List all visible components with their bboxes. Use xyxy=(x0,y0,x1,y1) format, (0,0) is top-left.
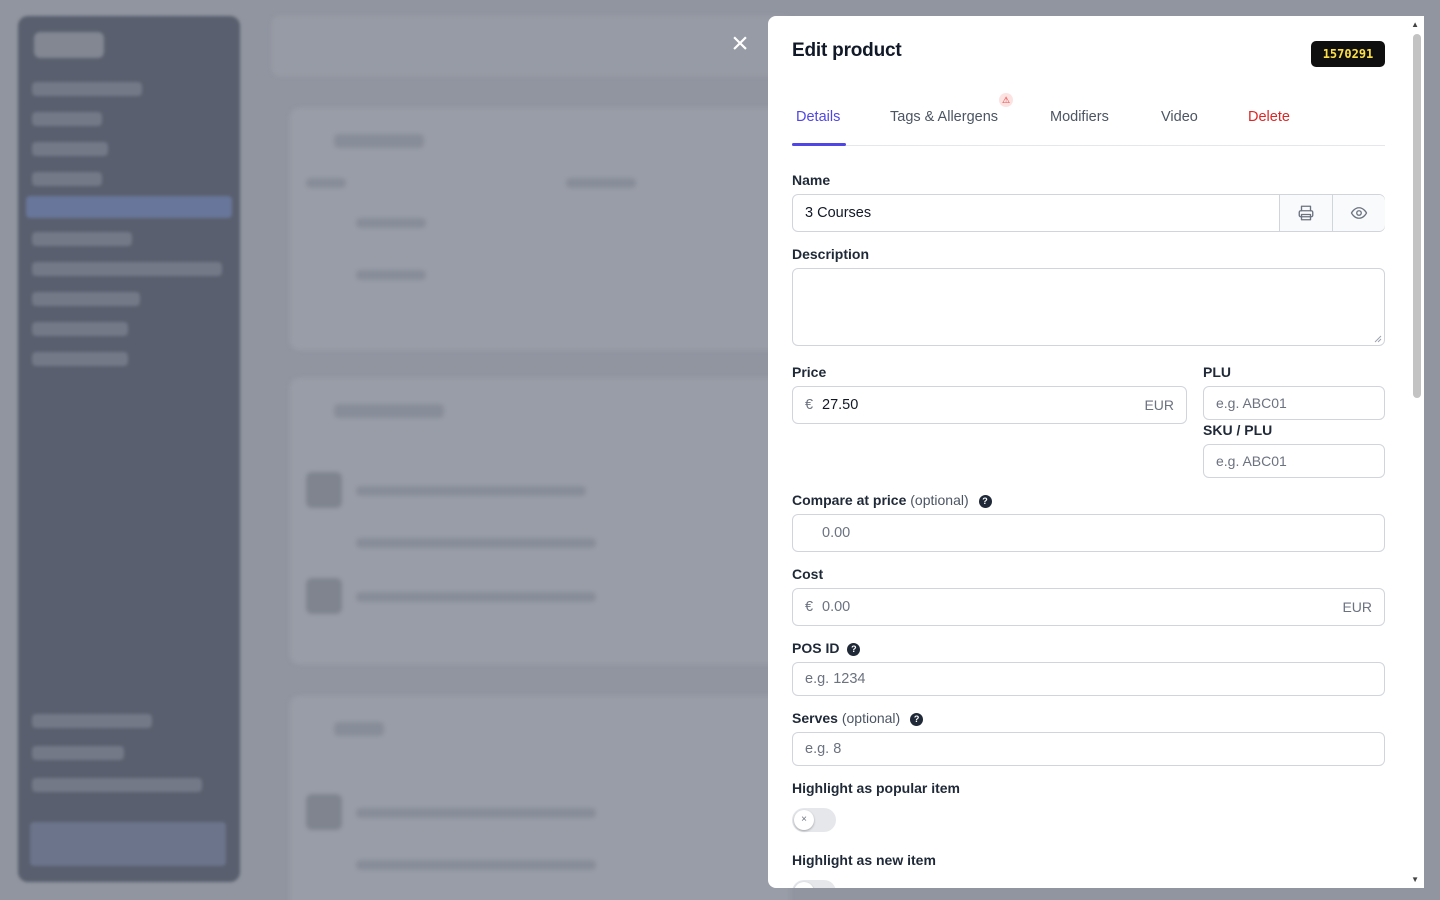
plu-label: PLU xyxy=(1203,364,1231,380)
tab-delete[interactable]: Delete xyxy=(1248,109,1290,125)
toggle-off-icon: × xyxy=(794,810,814,830)
cost-placeholder: 0.00 xyxy=(822,599,851,615)
drawer-title: Edit product xyxy=(792,40,902,61)
product-id-badge: 1570291 xyxy=(1311,41,1385,67)
help-icon[interactable]: ? xyxy=(847,643,861,656)
warning-icon: ⚠ xyxy=(999,93,1013,107)
drawer-scrollbar[interactable]: ▲ ▼ xyxy=(1408,16,1424,888)
compare-price-optional: (optional) xyxy=(910,492,969,508)
price-field[interactable]: € 27.50 EUR xyxy=(792,386,1187,424)
price-currency-symbol: € xyxy=(805,397,814,413)
serves-label: Serves (optional) ? xyxy=(792,710,924,726)
active-tab-indicator xyxy=(792,143,846,146)
name-label: Name xyxy=(792,172,831,188)
price-label: Price xyxy=(792,364,827,380)
pos-id-placeholder: e.g. 1234 xyxy=(805,671,866,687)
popular-item-label: Highlight as popular item xyxy=(792,780,961,796)
print-button[interactable] xyxy=(1279,195,1332,231)
tab-modifiers[interactable]: Modifiers xyxy=(1050,109,1109,125)
serves-field[interactable]: e.g. 8 xyxy=(792,732,1385,766)
plu-field[interactable]: e.g. ABC01 xyxy=(1203,386,1385,420)
popular-item-toggle[interactable]: × xyxy=(792,808,836,832)
resize-handle-icon[interactable] xyxy=(1374,335,1382,343)
close-icon[interactable]: × xyxy=(728,29,752,59)
pos-id-label-text: POS ID xyxy=(792,640,840,656)
printer-icon xyxy=(1298,205,1314,221)
help-icon[interactable]: ? xyxy=(910,713,924,726)
tab-tags-allergens[interactable]: Tags & Allergens xyxy=(890,109,998,125)
price-value: 27.50 xyxy=(822,397,859,413)
visibility-button[interactable] xyxy=(1332,195,1385,231)
tab-details[interactable]: Details xyxy=(796,109,840,125)
pos-id-label: POS ID ? xyxy=(792,640,861,656)
cost-field[interactable]: € 0.00 EUR xyxy=(792,588,1385,626)
compare-price-placeholder: 0.00 xyxy=(822,525,851,541)
compare-price-field[interactable]: 0.00 xyxy=(792,514,1385,552)
plu-placeholder: e.g. ABC01 xyxy=(1216,395,1287,411)
serves-placeholder: e.g. 8 xyxy=(805,741,842,757)
description-label: Description xyxy=(792,246,870,262)
eye-icon xyxy=(1350,207,1368,219)
scroll-down-arrow-icon[interactable]: ▼ xyxy=(1411,875,1419,884)
sku-label: SKU / PLU xyxy=(1203,422,1273,438)
sku-field[interactable]: e.g. ABC01 xyxy=(1203,444,1385,478)
cost-label: Cost xyxy=(792,566,824,582)
name-value: 3 Courses xyxy=(805,205,872,221)
cost-currency-symbol: € xyxy=(805,599,814,615)
name-field[interactable]: 3 Courses xyxy=(792,194,1385,232)
scroll-up-arrow-icon[interactable]: ▲ xyxy=(1411,20,1419,29)
scrollbar-thumb[interactable] xyxy=(1413,34,1421,398)
tab-bar: Details Tags & Allergens ⚠ Modifiers Vid… xyxy=(792,93,1385,146)
compare-price-label: Compare at price (optional) ? xyxy=(792,492,992,508)
help-icon[interactable]: ? xyxy=(978,495,992,508)
compare-price-label-text: Compare at price xyxy=(792,492,907,508)
serves-label-text: Serves xyxy=(792,710,838,726)
toggle-off-icon xyxy=(794,882,814,888)
sku-placeholder: e.g. ABC01 xyxy=(1216,453,1287,469)
edit-product-drawer: Edit product 1570291 Details Tags & Alle… xyxy=(768,16,1424,888)
description-textarea[interactable] xyxy=(792,268,1385,346)
serves-optional: (optional) xyxy=(841,710,901,726)
tab-video[interactable]: Video xyxy=(1161,109,1198,125)
cost-currency-code: EUR xyxy=(1342,599,1372,615)
price-currency-code: EUR xyxy=(1144,397,1174,413)
pos-id-field[interactable]: e.g. 1234 xyxy=(792,662,1385,696)
new-item-toggle[interactable] xyxy=(792,880,836,888)
new-item-label: Highlight as new item xyxy=(792,852,936,868)
